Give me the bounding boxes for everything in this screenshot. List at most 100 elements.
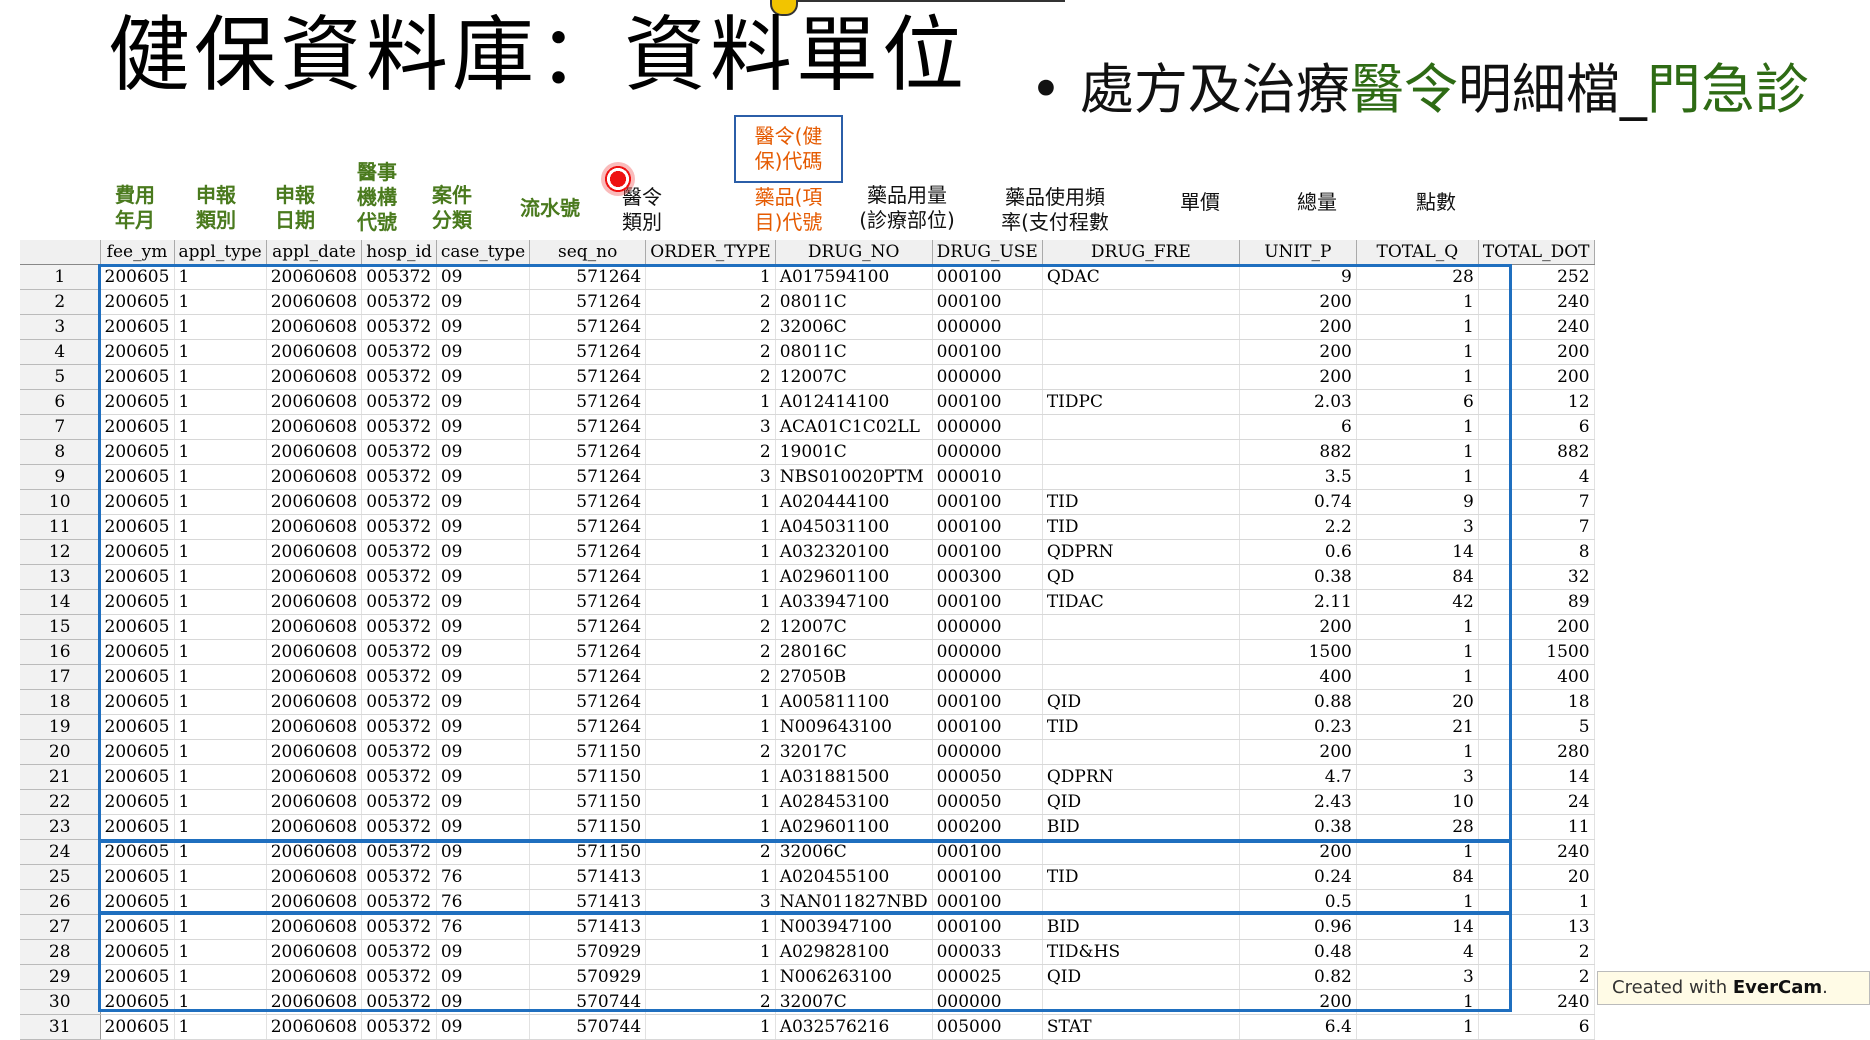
table-cell[interactable]: 882 [1239, 439, 1357, 465]
table-cell[interactable]: 09 [436, 514, 531, 540]
table-cell[interactable]: 005372 [361, 764, 437, 790]
table-cell[interactable]: 20060608 [266, 489, 363, 515]
table-cell[interactable]: 20060608 [266, 514, 363, 540]
table-cell[interactable]: 571264 [529, 614, 647, 640]
table-cell[interactable]: 005372 [361, 439, 437, 465]
table-cell[interactable]: 1 [1356, 739, 1479, 765]
table-cell[interactable]: 005372 [361, 889, 437, 915]
table-cell[interactable]: 09 [436, 614, 531, 640]
table-cell[interactable]: 1 [174, 839, 267, 865]
table-cell[interactable]: 09 [436, 339, 531, 365]
table-cell[interactable]: 20060608 [266, 289, 363, 315]
table-cell[interactable]: 000033 [932, 939, 1043, 965]
table-cell[interactable]: 005372 [361, 614, 437, 640]
table-cell[interactable]: 28016C [775, 639, 933, 665]
table-cell[interactable]: 1 [1356, 889, 1479, 915]
table-cell[interactable]: 3 [645, 464, 776, 490]
table-cell[interactable]: 005372 [361, 839, 437, 865]
table-cell[interactable]: 1 [1356, 989, 1479, 1015]
table-row[interactable]: 20 200605 1 20060608 005372 09 571150 2 32017C 00… [20, 739, 1595, 765]
table-cell[interactable]: 571264 [529, 489, 647, 515]
table-cell[interactable]: 005372 [361, 364, 437, 390]
table-cell[interactable]: 571150 [529, 789, 647, 815]
table-cell[interactable]: 200605 [100, 914, 175, 940]
table-cell[interactable] [1042, 364, 1240, 390]
table-cell[interactable]: A033947100 [775, 589, 933, 615]
table-cell[interactable]: 0.96 [1239, 914, 1357, 940]
table-cell[interactable]: 2 [1478, 939, 1595, 965]
table-cell[interactable]: TIDAC [1042, 589, 1240, 615]
table-cell[interactable]: 240 [1478, 289, 1595, 315]
table-cell[interactable]: 20060608 [266, 464, 363, 490]
table-cell[interactable]: 2.03 [1239, 389, 1357, 415]
table-cell[interactable]: 005372 [361, 739, 437, 765]
table-cell[interactable]: 20060608 [266, 1014, 363, 1040]
table-cell[interactable]: 20060608 [266, 589, 363, 615]
table-cell[interactable]: 571150 [529, 814, 647, 840]
table-cell[interactable]: 005372 [361, 589, 437, 615]
table-cell[interactable]: 200605 [100, 739, 175, 765]
table-cell[interactable]: 0.48 [1239, 939, 1357, 965]
table-cell[interactable]: 1 [174, 789, 267, 815]
table-cell[interactable]: 20060608 [266, 439, 363, 465]
table-cell[interactable]: 200605 [100, 389, 175, 415]
table-cell[interactable]: 1 [174, 539, 267, 565]
table-cell[interactable]: 20060608 [266, 939, 363, 965]
table-row[interactable]: 9 200605 1 20060608 005372 09 571264 3 NBS010020… [20, 464, 1595, 490]
table-cell[interactable]: 200605 [100, 639, 175, 665]
table-cell[interactable]: 1 [1356, 289, 1479, 315]
table-cell[interactable]: 005372 [361, 664, 437, 690]
table-cell[interactable]: 000100 [932, 339, 1043, 365]
table-cell[interactable]: 2 [645, 639, 776, 665]
table-cell[interactable] [1042, 989, 1240, 1015]
table-cell[interactable]: 280 [1478, 739, 1595, 765]
table-cell[interactable]: QDPRN [1042, 764, 1240, 790]
table-cell[interactable]: 000000 [932, 989, 1043, 1015]
column-header[interactable]: ORDER_TYPE [645, 240, 776, 265]
table-cell[interactable]: TID [1042, 514, 1240, 540]
column-header[interactable]: hosp_id [361, 240, 437, 265]
table-cell[interactable]: 2 [645, 839, 776, 865]
table-cell[interactable]: 005372 [361, 564, 437, 590]
table-cell[interactable]: 09 [436, 1014, 531, 1040]
table-cell[interactable]: 4.7 [1239, 764, 1357, 790]
table-cell[interactable]: 20060608 [266, 689, 363, 715]
table-cell[interactable]: 000000 [932, 639, 1043, 665]
table-cell[interactable]: 1 [645, 514, 776, 540]
table-cell[interactable]: 571264 [529, 689, 647, 715]
table-cell[interactable]: 1 [1356, 464, 1479, 490]
table-cell[interactable]: 20060608 [266, 664, 363, 690]
table-cell[interactable]: A032320100 [775, 539, 933, 565]
table-cell[interactable]: 005372 [361, 314, 437, 340]
table-cell[interactable]: 200605 [100, 939, 175, 965]
table-cell[interactable]: 200605 [100, 514, 175, 540]
table-cell[interactable]: 28 [1356, 814, 1479, 840]
table-cell[interactable]: 240 [1478, 314, 1595, 340]
table-cell[interactable]: 2 [645, 989, 776, 1015]
table-cell[interactable]: 1 [645, 789, 776, 815]
table-cell[interactable]: 000025 [932, 964, 1043, 990]
table-cell[interactable]: 571264 [529, 264, 647, 290]
table-row[interactable]: 7 200605 1 20060608 005372 09 571264 3 ACA01C1C0… [20, 414, 1595, 440]
table-cell[interactable]: 571264 [529, 414, 647, 440]
table-cell[interactable]: 6 [1478, 414, 1595, 440]
table-cell[interactable]: TID [1042, 714, 1240, 740]
table-row[interactable]: 13 200605 1 20060608 005372 09 571264 1 A0296011… [20, 564, 1595, 590]
table-cell[interactable]: 1500 [1239, 639, 1357, 665]
column-header[interactable]: UNIT_P [1239, 240, 1357, 265]
table-cell[interactable]: BID [1042, 914, 1240, 940]
table-cell[interactable] [1042, 414, 1240, 440]
table-cell[interactable]: 20 [1478, 864, 1595, 890]
table-cell[interactable]: 200 [1478, 614, 1595, 640]
table-cell[interactable]: 005372 [361, 939, 437, 965]
table-cell[interactable]: 20060608 [266, 914, 363, 940]
column-header[interactable]: appl_date [266, 240, 363, 265]
table-cell[interactable]: 200605 [100, 339, 175, 365]
table-cell[interactable]: 1 [645, 564, 776, 590]
table-cell[interactable]: 571264 [529, 639, 647, 665]
table-cell[interactable]: 19001C [775, 439, 933, 465]
table-cell[interactable]: 2 [645, 339, 776, 365]
table-cell[interactable]: 3 [645, 414, 776, 440]
table-cell[interactable]: 1 [1356, 639, 1479, 665]
table-cell[interactable]: 20060608 [266, 964, 363, 990]
